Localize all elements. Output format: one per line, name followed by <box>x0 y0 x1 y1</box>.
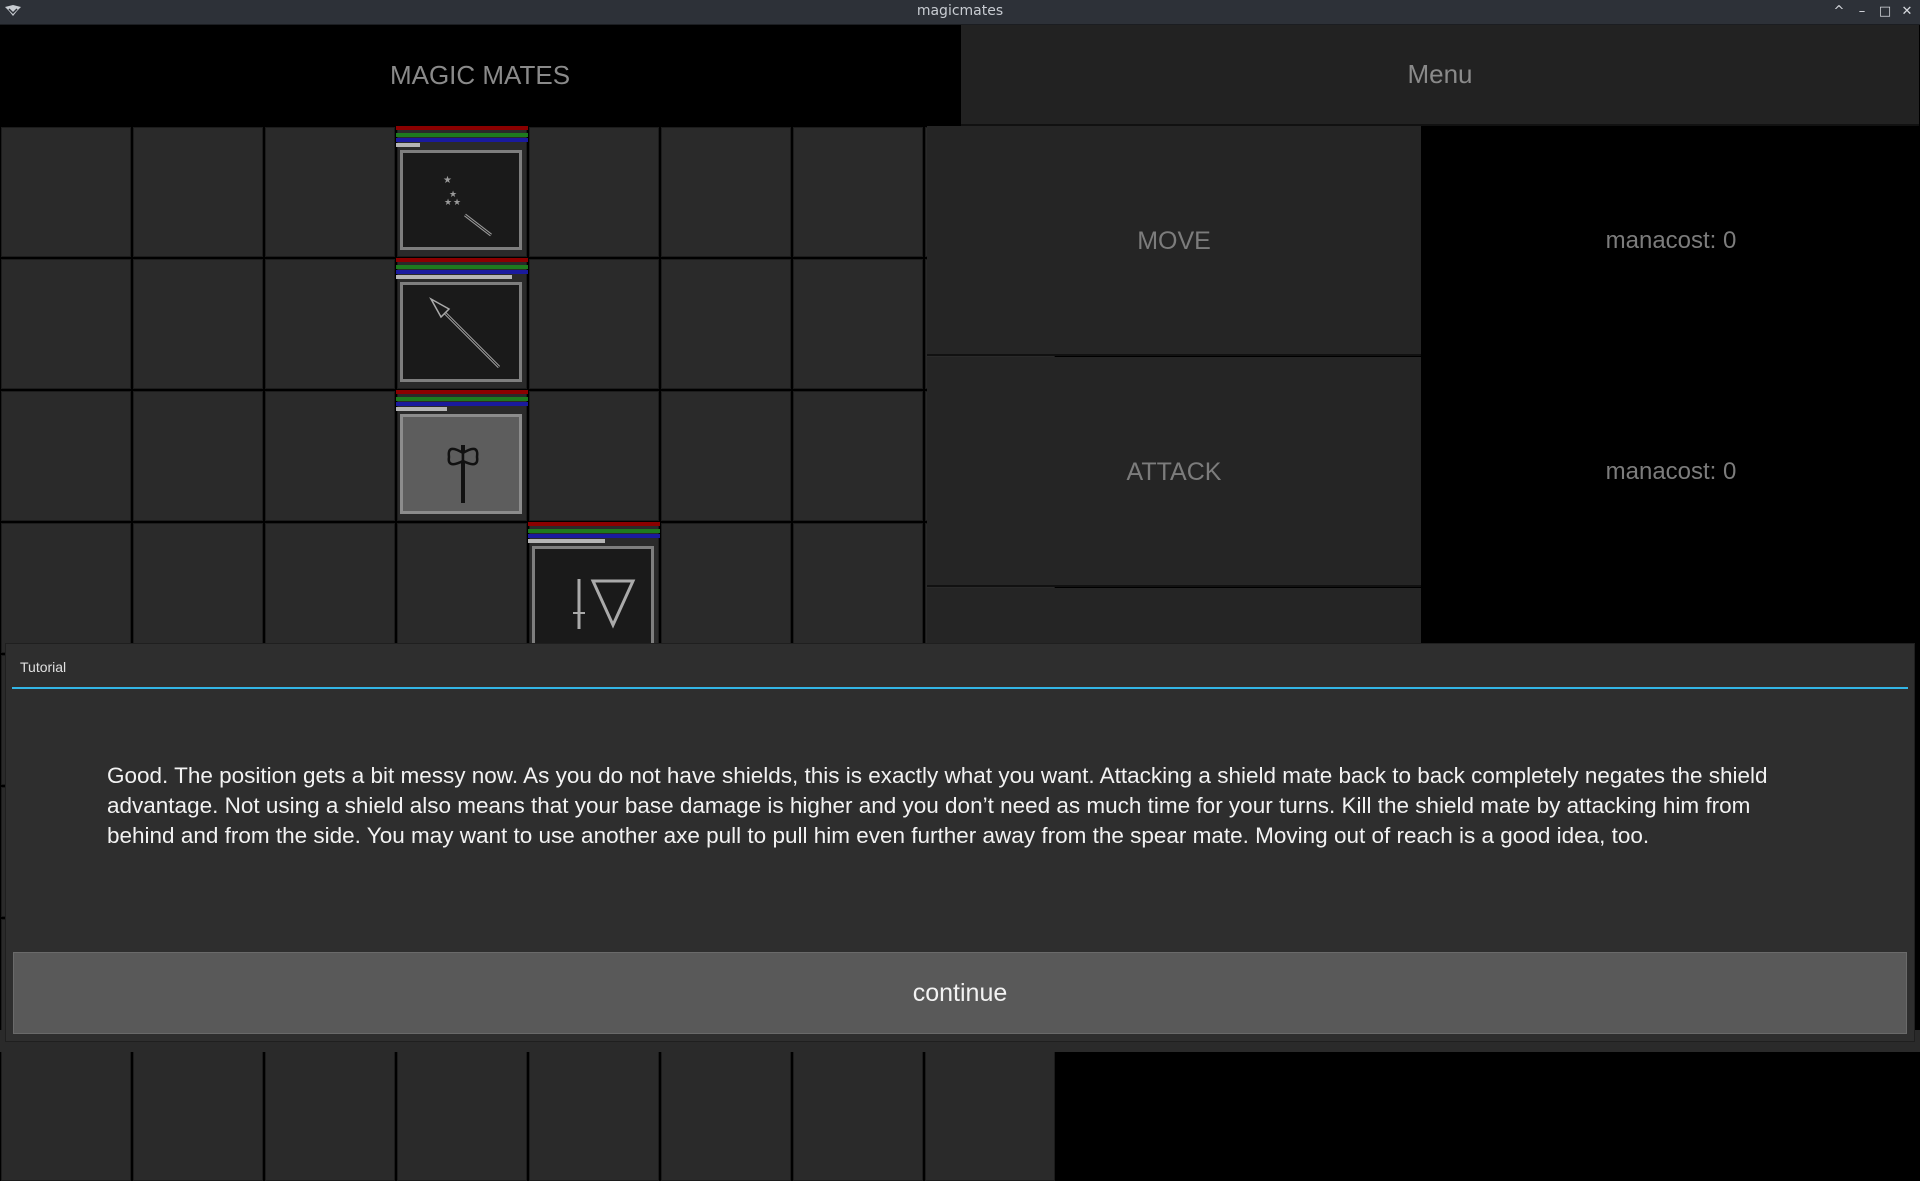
axe-mate[interactable] <box>396 390 528 522</box>
board-cell-7-5[interactable] <box>661 1051 791 1181</box>
window-minimize-button[interactable]: – <box>1853 3 1871 21</box>
red-bar <box>396 390 528 394</box>
board-cell-0-5[interactable] <box>661 127 791 257</box>
continue-button[interactable]: continue <box>13 952 1907 1034</box>
red-bar <box>396 258 528 262</box>
unit-portrait: ★ ★ ★ ★ <box>400 150 522 250</box>
board-cell-0-0[interactable] <box>1 127 131 257</box>
window-title: magicmates <box>916 3 1004 19</box>
window-titlebar: magicmates ^ – □ ✕ <box>0 0 1920 25</box>
board-cell-2-5[interactable] <box>661 391 791 521</box>
board-cell-7-4[interactable] <box>529 1051 659 1181</box>
board-cell-0-4[interactable] <box>529 127 659 257</box>
board-cell-3-0[interactable] <box>1 523 131 653</box>
board-cell-3-2[interactable] <box>265 523 395 653</box>
attack-button[interactable]: ATTACK <box>927 357 1421 587</box>
board-cell-2-1[interactable] <box>133 391 263 521</box>
green-bar <box>396 133 528 137</box>
window-close-button[interactable]: ✕ <box>1898 3 1916 21</box>
board-cell-0-6[interactable] <box>793 127 923 257</box>
unit-portrait <box>400 282 522 382</box>
sword-and-shield-icon <box>573 579 636 629</box>
svg-text:★: ★ <box>444 198 452 208</box>
board-cell-7-2[interactable] <box>265 1051 395 1181</box>
board-cell-1-1[interactable] <box>133 259 263 389</box>
green-bar <box>396 265 528 269</box>
board-cell-1-2[interactable] <box>265 259 395 389</box>
board-cell-2-4[interactable] <box>529 391 659 521</box>
red-bar <box>396 126 528 130</box>
board-cell-7-7[interactable] <box>925 1051 1055 1181</box>
board-cell-2-0[interactable] <box>1 391 131 521</box>
board-cell-1-6[interactable] <box>793 259 923 389</box>
green-bar <box>396 397 528 401</box>
red-bar <box>528 522 660 526</box>
wand-mate[interactable]: ★ ★ ★ ★ <box>396 126 528 258</box>
magic-wand-icon: ★★★ ★ <box>443 175 492 237</box>
board-cell-0-2[interactable] <box>265 127 395 257</box>
tutorial-dialog: Tutorial Good. The position gets a bit m… <box>6 644 1914 1041</box>
game-title: MAGIC MATES <box>0 25 960 126</box>
svg-text:★: ★ <box>443 175 452 186</box>
double-axe-icon <box>447 445 479 503</box>
menu-button[interactable]: Menu <box>961 25 1919 126</box>
unit-portrait <box>532 546 654 646</box>
health-bar <box>396 275 512 279</box>
board-cell-1-0[interactable] <box>1 259 131 389</box>
board-cell-3-3[interactable] <box>397 523 527 653</box>
board-cell-3-5[interactable] <box>661 523 791 653</box>
board-cell-7-3[interactable] <box>397 1051 527 1181</box>
green-bar <box>528 529 660 533</box>
blue-bar <box>396 138 528 142</box>
board-cell-7-0[interactable] <box>1 1051 131 1181</box>
board-cell-7-6[interactable] <box>793 1051 923 1181</box>
board-cell-1-4[interactable] <box>529 259 659 389</box>
board-cell-0-1[interactable] <box>133 127 263 257</box>
window-keep-above-button[interactable]: ^ <box>1830 3 1848 21</box>
move-manacost: manacost: 0 <box>1422 126 1920 356</box>
dialog-message: Good. The position gets a bit messy now.… <box>107 763 1768 848</box>
health-bar <box>396 143 420 147</box>
dialog-divider <box>12 687 1908 689</box>
board-cell-2-6[interactable] <box>793 391 923 521</box>
unit-portrait <box>400 414 522 514</box>
spear-icon <box>429 297 501 369</box>
board-cell-7-1[interactable] <box>133 1051 263 1181</box>
dialog-title: Tutorial <box>20 659 67 675</box>
attack-manacost: manacost: 0 <box>1422 357 1920 587</box>
spear-mate[interactable] <box>396 258 528 390</box>
move-button[interactable]: MOVE <box>927 126 1421 356</box>
board-cell-1-5[interactable] <box>661 259 791 389</box>
board-cell-3-6[interactable] <box>793 523 923 653</box>
board-cell-2-2[interactable] <box>265 391 395 521</box>
shield-mate[interactable] <box>528 522 660 654</box>
health-bar <box>396 407 447 411</box>
window-maximize-button[interactable]: □ <box>1876 3 1894 21</box>
board-cell-3-1[interactable] <box>133 523 263 653</box>
blue-bar <box>396 402 528 406</box>
blue-bar <box>396 270 528 274</box>
blue-bar <box>528 534 660 538</box>
health-bar <box>528 539 605 543</box>
svg-text:★: ★ <box>453 198 461 208</box>
